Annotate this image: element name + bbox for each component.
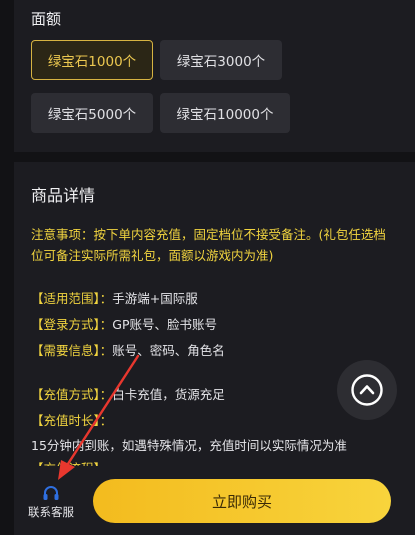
notice-text: 注意事项：按下单内容充值，固定档位不接受备注。(礼包任选档位可备注实际所需礼包，…	[31, 227, 386, 263]
login-value: GP账号、脸书账号	[112, 317, 217, 332]
scroll-top-button[interactable]	[337, 360, 397, 420]
chevron-up-circle-icon	[351, 374, 383, 406]
scope-key: 【适用范围】：	[31, 291, 113, 306]
denomination-card: 面额 绿宝石1000个 绿宝石3000个 绿宝石5000个 绿宝石10000个	[14, 0, 415, 152]
denomination-label: 面额	[31, 10, 62, 28]
login-key: 【登录方式】：	[31, 317, 113, 332]
option-emerald-3000[interactable]: 绿宝石3000个	[160, 40, 282, 80]
method-key: 【充值方式】：	[31, 387, 113, 402]
option-emerald-1000[interactable]: 绿宝石1000个	[31, 40, 153, 80]
option-emerald-5000[interactable]: 绿宝石5000个	[31, 93, 153, 133]
product-page: 面额 绿宝石1000个 绿宝石3000个 绿宝石5000个 绿宝石10000个 …	[0, 0, 415, 535]
duration-value-line: 15分钟内到账，如遇特殊情况，充值时间以实际情况为准	[31, 437, 347, 455]
customer-service-label: 联系客服	[28, 505, 74, 519]
need-key: 【需要信息】：	[31, 343, 113, 358]
scope-line: 【适用范围】：手游端+国际服	[31, 290, 198, 308]
bottom-action-bar: 联系客服 立即购买	[14, 466, 415, 535]
login-line: 【登录方式】：GP账号、脸书账号	[31, 316, 217, 334]
duration-key-line: 【充值时长】：	[31, 412, 112, 430]
buy-now-button[interactable]: 立即购买	[93, 479, 391, 523]
need-line: 【需要信息】：账号、密码、角色名	[31, 342, 225, 360]
scope-value: 手游端+国际服	[112, 291, 198, 306]
option-emerald-10000[interactable]: 绿宝石10000个	[160, 93, 290, 133]
details-title: 商品详情	[31, 186, 96, 205]
headset-icon	[43, 486, 59, 500]
duration-key: 【充值时长】：	[31, 413, 113, 428]
need-value: 账号、密码、角色名	[112, 343, 225, 358]
customer-service-button[interactable]: 联系客服	[14, 466, 88, 535]
duration-value: 15分钟内到账，如遇特殊情况，充值时间以实际情况为准	[31, 438, 347, 453]
method-line: 【充值方式】：白卡充值，货源充足	[31, 386, 225, 404]
method-value: 白卡充值，货源充足	[112, 387, 225, 402]
